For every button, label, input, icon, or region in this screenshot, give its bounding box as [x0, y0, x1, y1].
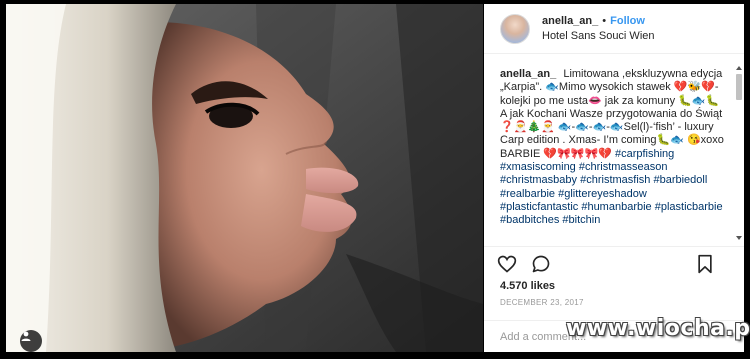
- user-tag-button[interactable]: [20, 330, 42, 352]
- avatar[interactable]: [500, 13, 530, 44]
- hashtag-link[interactable]: #humanbarbie: [581, 201, 651, 213]
- caption-text: Limitowana ,ekskluzywna edycja „Karpia”.…: [500, 68, 724, 160]
- scroll-up-arrow-icon[interactable]: [736, 66, 742, 70]
- caption-scrollbar[interactable]: [735, 64, 743, 242]
- hashtag-link[interactable]: #carpfishing: [615, 148, 674, 160]
- hashtag-link[interactable]: #glittereyeshadow: [558, 188, 647, 200]
- screenshot-frame: anella_an_ • Follow Hotel Sans Souci Wie…: [0, 0, 750, 359]
- hashtag-link[interactable]: #plasticbarbie: [655, 201, 723, 213]
- caption-username[interactable]: anella_an_: [500, 68, 556, 80]
- save-button[interactable]: [694, 253, 716, 275]
- like-button[interactable]: [496, 253, 518, 275]
- caption: anella_an_ Limitowana ,ekskluzywna edycj…: [500, 68, 726, 228]
- post-header: anella_an_ • Follow Hotel Sans Souci Wie…: [484, 4, 744, 54]
- caption-area[interactable]: anella_an_ Limitowana ,ekskluzywna edycj…: [484, 60, 742, 244]
- scroll-thumb[interactable]: [736, 74, 742, 100]
- hashtag-link[interactable]: #barbiedoll: [653, 174, 707, 186]
- comment-icon: [532, 255, 550, 272]
- hashtag-link[interactable]: #christmasbaby: [500, 174, 577, 186]
- post-date[interactable]: DECEMBER 23, 2017: [500, 298, 584, 307]
- scroll-down-arrow-icon[interactable]: [736, 236, 742, 240]
- comment-button[interactable]: [530, 253, 552, 275]
- hashtag-link[interactable]: #xmasiscoming: [500, 161, 576, 173]
- user-tag-icon: [21, 331, 31, 341]
- username-link[interactable]: anella_an_: [542, 15, 598, 27]
- likes-count[interactable]: 4.570 likes: [500, 280, 555, 292]
- hashtag-link[interactable]: #plasticfantastic: [500, 201, 578, 213]
- hashtag-link[interactable]: #badbitches: [500, 214, 559, 226]
- post-photo[interactable]: [6, 4, 483, 352]
- separator-dot: •: [602, 15, 607, 27]
- follow-button[interactable]: Follow: [610, 15, 645, 27]
- post-side-panel: anella_an_ • Follow Hotel Sans Souci Wie…: [484, 4, 744, 352]
- watermark-text: www.wiocha.pl: [566, 316, 750, 341]
- action-bar: [484, 246, 744, 280]
- hashtag-link[interactable]: #christmasseason: [579, 161, 668, 173]
- hashtag-link[interactable]: #bitchin: [562, 214, 600, 226]
- header-text: anella_an_ • Follow Hotel Sans Souci Wie…: [542, 15, 655, 42]
- hashtag-link[interactable]: #realbarbie: [500, 188, 555, 200]
- bookmark-icon: [698, 254, 712, 274]
- hashtag-link[interactable]: #christmasfish: [580, 174, 650, 186]
- header-row: anella_an_ • Follow: [542, 15, 655, 27]
- portrait-image: [6, 4, 483, 352]
- heart-icon: [497, 255, 517, 273]
- location-link[interactable]: Hotel Sans Souci Wien: [542, 30, 655, 42]
